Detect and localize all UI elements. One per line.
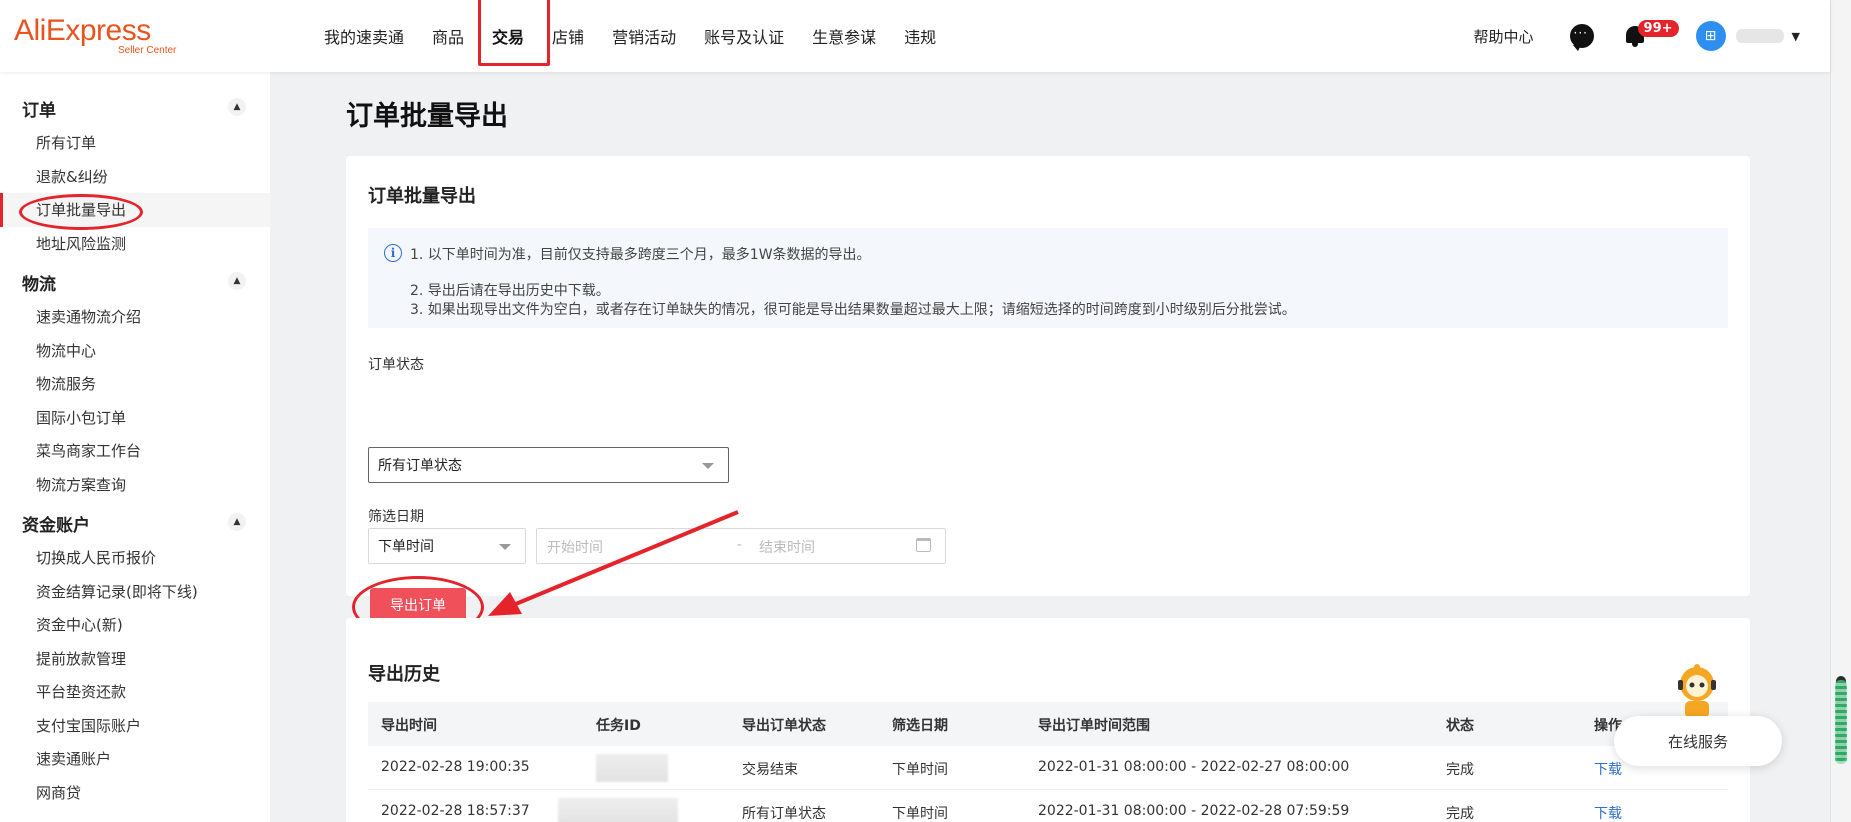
- row-time-range: 2022-01-31 08:00:00 - 2022-02-27 08:00:0…: [1038, 759, 1350, 775]
- nav-item-store[interactable]: 店铺: [552, 24, 584, 48]
- notification-badge: 99+: [1637, 20, 1679, 37]
- sidebar-group-label: 资金账户: [22, 516, 90, 536]
- sidebar-item-intl-parcel[interactable]: 国际小包订单: [0, 401, 270, 435]
- sidebar-item-advance-repay[interactable]: 平台垫资还款: [0, 675, 270, 709]
- sidebar-group-logistics[interactable]: 物流 ▲: [0, 260, 270, 300]
- notice-line-2: 2. 导出后请在导出历史中下载。: [410, 283, 610, 299]
- row-filter-date: 下单时间: [892, 762, 948, 778]
- chevron-up-icon[interactable]: ▲: [228, 272, 246, 290]
- annotation-arrow: [488, 510, 739, 616]
- nav-item-account[interactable]: 账号及认证: [704, 24, 784, 48]
- sidebar-item-logistics-intro[interactable]: 速卖通物流介绍: [0, 300, 270, 334]
- nav-item-products[interactable]: 商品: [432, 24, 464, 48]
- filter-date-label: 筛选日期: [368, 509, 424, 525]
- sidebar-item-aliexpress-account[interactable]: 速卖通账户: [0, 742, 270, 776]
- nav-item-my-aliexpress[interactable]: 我的速卖通: [324, 24, 404, 48]
- sidebar-group-orders[interactable]: 订单 ▲: [0, 86, 270, 126]
- history-table: 导出时间 任务ID 导出订单状态 筛选日期 导出订单时间范围 状态 操作 202…: [368, 702, 1728, 822]
- order-status-label: 订单状态: [368, 357, 424, 373]
- notice-line-1: 1. 以下单时间为准，目前仅支持最多跨度三个月，最多1W条数据的导出。: [410, 247, 871, 263]
- bell-clapper: [1631, 43, 1638, 47]
- help-center-link[interactable]: 帮助中心: [1474, 26, 1534, 47]
- date-type-value: 下单时间: [378, 539, 434, 555]
- row-state: 完成: [1446, 762, 1474, 778]
- aliexpress-logo[interactable]: AliExpress Seller Center: [14, 14, 176, 57]
- sidebar-item-settlement[interactable]: 资金结算记录(即将下线): [0, 575, 270, 609]
- col-filter-date: 筛选日期: [892, 718, 948, 734]
- scrollbar-thumb-overlay: [1835, 680, 1847, 764]
- end-time-input[interactable]: 结束时间: [759, 537, 815, 557]
- nav-item-marketing[interactable]: 营销活动: [612, 24, 676, 48]
- chevron-up-icon[interactable]: ▲: [228, 98, 246, 116]
- row-time-range: 2022-01-31 08:00:00 - 2022-02-28 07:59:5…: [1038, 803, 1350, 819]
- form-card-title: 订单批量导出: [368, 186, 476, 207]
- export-history-card: 导出历史 导出时间 任务ID 导出订单状态 筛选日期 导出订单时间范围 状态 操…: [346, 618, 1750, 822]
- sidebar-item-fund-center[interactable]: 资金中心(新): [0, 608, 270, 642]
- logo-subtitle: Seller Center: [118, 45, 177, 56]
- col-export-time: 导出时间: [381, 718, 437, 734]
- online-service-button[interactable]: 在线服务: [1614, 716, 1782, 766]
- sidebar-item-rmb-quote[interactable]: 切换成人民币报价: [0, 541, 270, 575]
- top-navigation-bar: AliExpress Seller Center 我的速卖通 商品 交易 店铺 …: [0, 0, 1830, 72]
- download-link[interactable]: 下载: [1594, 803, 1622, 822]
- chevron-down-icon[interactable]: ▼: [1792, 30, 1800, 43]
- order-status-value: 所有订单状态: [378, 458, 462, 474]
- col-time-range: 导出订单时间范围: [1038, 718, 1150, 734]
- sidebar-item-address-risk[interactable]: 地址风险监测: [0, 227, 270, 261]
- sidebar-group-funds[interactable]: 资金账户 ▲: [0, 501, 270, 541]
- sidebar-item-alipay[interactable]: 支付宝国际账户: [0, 709, 270, 743]
- dropdown-arrow-icon: [702, 463, 714, 469]
- info-icon: i: [384, 244, 402, 262]
- notice-line-3: 3. 如果出现导出文件为空白，或者存在订单缺失的情况，很可能是导出结果数量超过最…: [410, 302, 1296, 318]
- logo-text: AliExpress: [14, 14, 151, 47]
- row-export-time: 2022-02-28 19:00:35: [381, 759, 530, 775]
- page-title: 订单批量导出: [346, 101, 508, 132]
- notice-box: i 1. 以下单时间为准，目前仅支持最多跨度三个月，最多1W条数据的导出。 2.…: [368, 228, 1728, 328]
- task-id-blurred: [558, 798, 678, 822]
- store-avatar-icon[interactable]: ⊞: [1695, 21, 1726, 51]
- sidebar-item-all-orders[interactable]: 所有订单: [0, 126, 270, 160]
- download-link[interactable]: 下载: [1594, 759, 1622, 779]
- nav-item-business-insights[interactable]: 生意参谋: [812, 24, 876, 48]
- vertical-scrollbar[interactable]: [1830, 0, 1851, 822]
- main-nav: 我的速卖通 商品 交易 店铺 营销活动 账号及认证 生意参谋 违规: [310, 0, 950, 72]
- row-export-time: 2022-02-28 18:57:37: [381, 803, 530, 819]
- col-order-status: 导出订单状态: [742, 718, 826, 734]
- sidebar-item-logistics-service[interactable]: 物流服务: [0, 367, 270, 401]
- notification-bell-icon[interactable]: 99+: [1624, 20, 1679, 48]
- sidebar: 订单 ▲ 所有订单 退款&纠纷 订单批量导出 地址风险监测 物流 ▲ 速卖通物流…: [0, 72, 270, 822]
- col-state: 状态: [1446, 718, 1474, 734]
- header-tools: 帮助中心 99+ ⊞ ▼: [1474, 0, 1800, 72]
- sidebar-item-refunds[interactable]: 退款&纠纷: [0, 160, 270, 194]
- sidebar-item-cainiao[interactable]: 菜鸟商家工作台: [0, 434, 270, 468]
- calendar-icon[interactable]: [916, 538, 931, 552]
- nav-item-violations[interactable]: 违规: [904, 24, 936, 48]
- row-filter-date: 下单时间: [892, 806, 948, 822]
- account-name-blurred[interactable]: [1735, 29, 1784, 43]
- table-row: 2022-02-28 18:57:37 所有订单状态 下单时间 2022-01-…: [368, 790, 1728, 822]
- sidebar-item-early-release[interactable]: 提前放款管理: [0, 642, 270, 676]
- export-form-card: 订单批量导出 i 1. 以下单时间为准，目前仅支持最多跨度三个月，最多1W条数据…: [346, 156, 1750, 638]
- assistant-robot-icon[interactable]: [1672, 664, 1722, 720]
- order-status-select[interactable]: 所有订单状态: [368, 447, 729, 483]
- sidebar-item-logistics-plan[interactable]: 物流方案查询: [0, 468, 270, 502]
- history-title: 导出历史: [368, 664, 440, 685]
- sidebar-group-label: 订单: [22, 101, 56, 121]
- table-row: 2022-02-28 19:00:35 交易结束 下单时间 2022-01-31…: [368, 746, 1728, 790]
- sidebar-item-logistics-center[interactable]: 物流中心: [0, 334, 270, 368]
- task-id-blurred: [596, 754, 668, 782]
- nav-item-transactions[interactable]: 交易: [478, 0, 551, 66]
- row-state: 完成: [1446, 806, 1474, 822]
- table-header: 导出时间 任务ID 导出订单状态 筛选日期 导出订单时间范围 状态 操作: [368, 702, 1728, 746]
- row-order-status: 所有订单状态: [742, 806, 826, 822]
- row-order-status: 交易结束: [742, 762, 798, 778]
- chevron-up-icon[interactable]: ▲: [228, 513, 246, 531]
- chat-icon[interactable]: [1569, 24, 1594, 51]
- sidebar-item-mybank-loan[interactable]: 网商贷: [0, 776, 270, 810]
- sidebar-group-label: 物流: [22, 275, 56, 295]
- sidebar-item-batch-export[interactable]: 订单批量导出: [0, 193, 270, 230]
- col-task-id: 任务ID: [596, 718, 641, 734]
